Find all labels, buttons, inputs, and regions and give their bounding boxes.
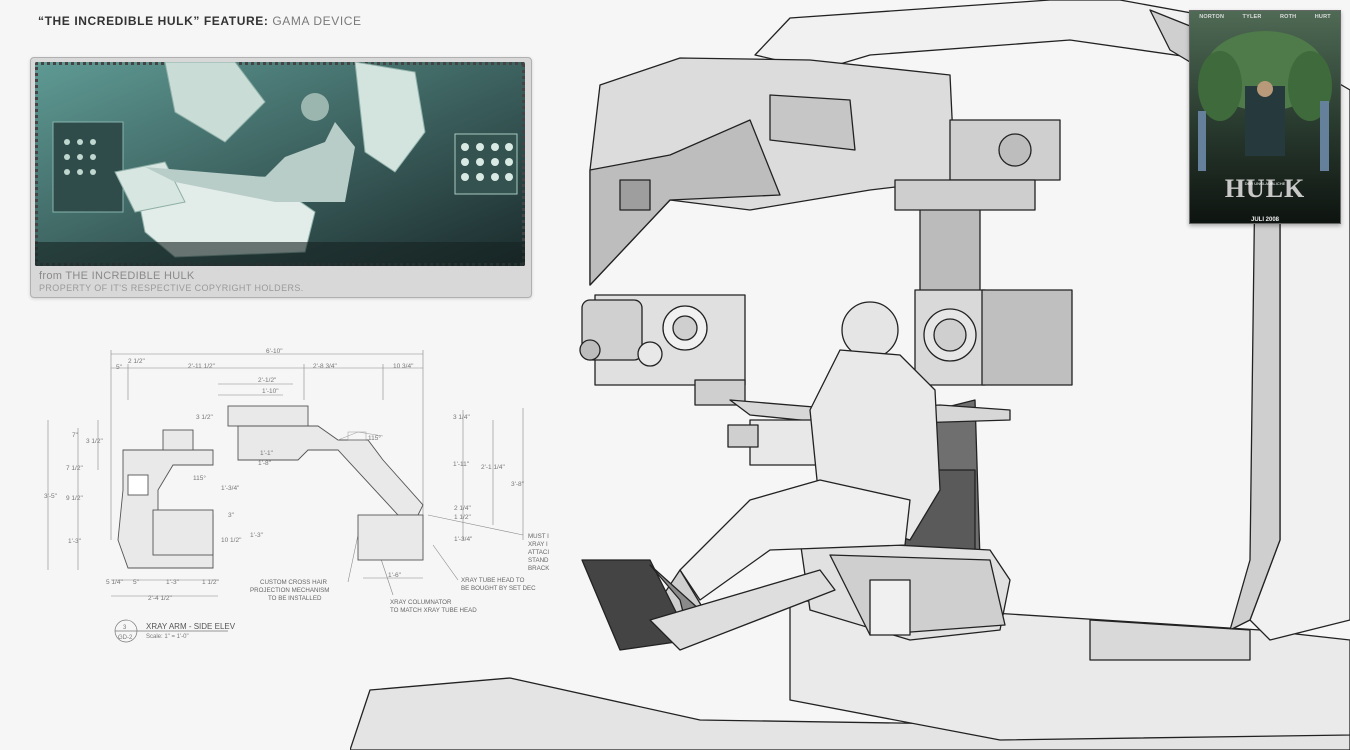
drawing-scale: Scale: 1" = 1'-0" xyxy=(146,634,189,640)
dim-label: 1'-8" xyxy=(258,460,272,467)
page-title: “THE INCREDIBLE HULK” FEATURE: GAMA DEVI… xyxy=(38,14,362,28)
dim-label: 115° xyxy=(193,474,206,482)
dim-label: 7 1/2" xyxy=(66,465,83,472)
poster-cast-name: HURT xyxy=(1314,14,1331,20)
dim-label: 1'-3/4" xyxy=(221,485,240,492)
dim-label: 2'-11 1/2" xyxy=(188,363,216,370)
poster-subtitle: DER UNGLAUBLICHE xyxy=(1244,181,1286,186)
dim-label: 2 1/2" xyxy=(128,358,145,365)
dim-label: 2'-1/2" xyxy=(258,377,277,384)
still-caption-source: from THE INCREDIBLE HULK xyxy=(39,270,195,282)
drawing-sheet: GD-2 xyxy=(118,635,133,641)
dim-label: 5" xyxy=(116,364,123,371)
drawing-title: XRAY ARM - SIDE ELEV xyxy=(146,622,236,631)
dim-label: 1 1/2" xyxy=(202,579,219,586)
page-title-rest: GAMA DEVICE xyxy=(272,14,362,28)
dim-label: 9 1/2" xyxy=(66,495,83,502)
dim-label: 3 1/2" xyxy=(196,414,213,421)
note-crosshair: CUSTOM CROSS HAIR xyxy=(260,579,327,586)
note-crosshair: PROJECTION MECHANISM xyxy=(250,587,329,594)
dim-label: 3" xyxy=(228,512,235,519)
dim-label: 3'-5" xyxy=(44,493,58,500)
dim-label: 2'-8 3/4" xyxy=(313,363,337,370)
poster-cast-name: NORTON xyxy=(1199,14,1225,20)
dim-label: 5" xyxy=(133,579,140,586)
dim-label: 3 1/2" xyxy=(86,438,103,445)
dim-label: 1'-3" xyxy=(166,579,180,586)
dim-label: 5 1/4" xyxy=(106,579,123,586)
dim-label: 10 1/2" xyxy=(221,537,242,544)
dim-label: 2'-4 1/2" xyxy=(148,595,172,602)
drawing-number: 3 xyxy=(123,625,127,631)
page-title-bold: “THE INCREDIBLE HULK” FEATURE: xyxy=(38,14,269,28)
poster-cast-name: ROTH xyxy=(1279,14,1297,20)
poster-cast-names: NORTON TYLER ROTH HURT xyxy=(1190,14,1340,20)
dim-label: 1'-3" xyxy=(68,538,82,545)
dim-label: 1'-10" xyxy=(262,388,279,395)
dim-label: 1'-3" xyxy=(250,532,264,539)
movie-poster: NORTON TYLER ROTH HURT HULK DER UNGLAUBL… xyxy=(1189,10,1341,224)
dim-label: 7" xyxy=(72,432,79,439)
note-crosshair: TO BE INSTALLED xyxy=(268,595,322,602)
dim-label: 1'-1" xyxy=(260,450,274,457)
poster-cast-name: TYLER xyxy=(1242,14,1262,20)
dim-label: 6'-10" xyxy=(266,348,283,355)
poster-date: JULI 2008 xyxy=(1250,217,1280,223)
still-caption-copyright: PROPERTY OF IT'S RESPECTIVE COPYRIGHT HO… xyxy=(39,283,304,293)
poster-title: HULK xyxy=(1224,174,1306,203)
